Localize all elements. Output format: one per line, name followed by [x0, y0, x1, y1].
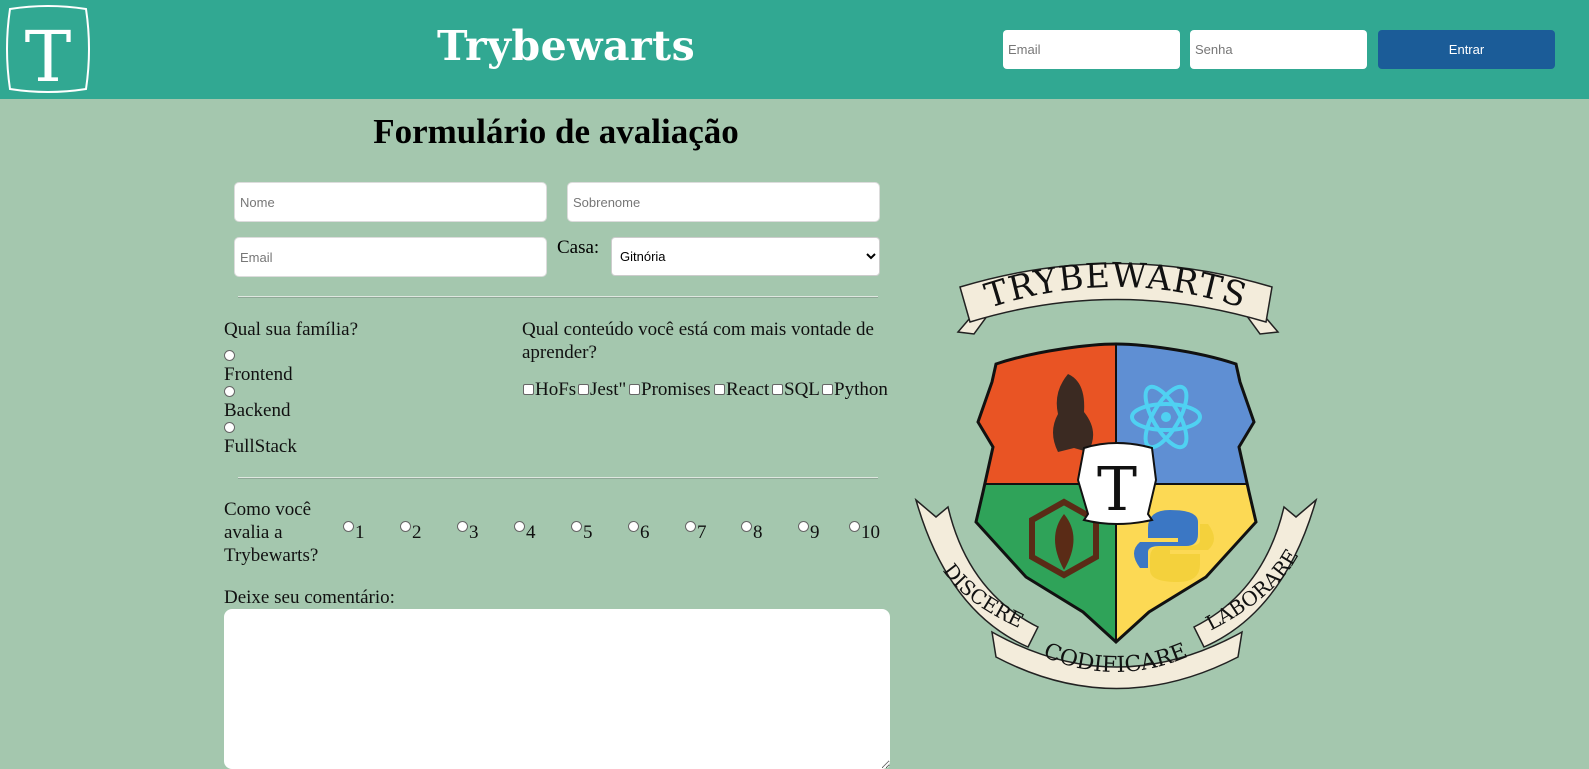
family-question: Qual sua família?: [224, 319, 359, 340]
rating-radio-4[interactable]: [514, 521, 525, 532]
top-header: T Trybewarts Entrar: [0, 0, 1589, 99]
house-select[interactable]: Gitnória: [611, 237, 880, 276]
logo-letter: T: [25, 16, 72, 95]
login-email-input[interactable]: [1003, 30, 1180, 69]
rating-radio-1[interactable]: [343, 521, 354, 532]
content-checkbox-react[interactable]: [714, 384, 725, 395]
rating-radio-6[interactable]: [628, 521, 639, 532]
rating-radio-2[interactable]: [400, 521, 411, 532]
rating-radio-8[interactable]: [741, 521, 752, 532]
family-option-label: Backend: [224, 400, 291, 421]
content-option-label: React: [726, 379, 770, 400]
content-checkbox-jest[interactable]: [578, 384, 589, 395]
brand-title: Trybewarts: [437, 22, 696, 70]
rating-option-label: 6: [640, 522, 650, 543]
rating-option-label: 7: [697, 522, 707, 543]
rating-radio-7[interactable]: [685, 521, 696, 532]
content-option-label: Promises: [641, 379, 711, 400]
divider: [238, 296, 878, 298]
rating-option-label: 3: [469, 522, 479, 543]
form-title: Formulário de avaliação: [373, 112, 739, 151]
family-radio-backend[interactable]: [224, 386, 235, 397]
family-option-label: FullStack: [224, 436, 297, 457]
email-input[interactable]: [234, 237, 547, 277]
comment-label: Deixe seu comentário:: [224, 587, 395, 608]
comment-textarea[interactable]: [224, 609, 890, 769]
family-option-label: Frontend: [224, 364, 293, 385]
rating-option-label: 5: [583, 522, 593, 543]
content-checkbox-sql[interactable]: [772, 384, 783, 395]
rating-option-label: 8: [753, 522, 763, 543]
divider: [238, 477, 878, 479]
rating-option-label: 9: [810, 522, 820, 543]
crest-motto-left: DISCERE: [938, 559, 1027, 633]
rating-option-label: 1: [355, 522, 365, 543]
crest-center-letter: T: [1097, 455, 1137, 525]
content-option-label: Jest": [590, 379, 627, 400]
content-option-label: Python: [834, 379, 888, 400]
name-input[interactable]: [234, 182, 547, 222]
login-password-input[interactable]: [1190, 30, 1367, 69]
content-option-label: HoFs: [535, 379, 577, 400]
content-question: Qual conteúdo você está com mais vontade…: [522, 319, 874, 363]
house-label: Casa:: [557, 237, 600, 258]
content-checkbox-python[interactable]: [822, 384, 833, 395]
rating-radio-3[interactable]: [457, 521, 468, 532]
rating-option-label: 10: [861, 522, 880, 543]
login-button[interactable]: Entrar: [1378, 30, 1555, 69]
family-radio-fullstack[interactable]: [224, 422, 235, 433]
family-radio-frontend[interactable]: [224, 350, 235, 361]
content-checkbox-hofs[interactable]: [523, 384, 534, 395]
rating-option-label: 2: [412, 522, 422, 543]
rating-option-label: 4: [526, 522, 536, 543]
trybewarts-crest-image: TRYBEWARTS T DISCERE CODIFICARE LABORARE: [914, 256, 1318, 690]
rating-radio-10[interactable]: [849, 521, 860, 532]
rating-radio-5[interactable]: [571, 521, 582, 532]
rating-question: Como você avalia a Trybewarts?: [224, 499, 319, 566]
content-option-label: SQL: [784, 379, 820, 400]
content-checkbox-promises[interactable]: [629, 384, 640, 395]
lastname-input[interactable]: [567, 182, 880, 222]
crest-banner-text: TRYBEWARTS: [980, 256, 1252, 317]
rating-radio-9[interactable]: [798, 521, 809, 532]
trybewarts-logo: T: [6, 5, 90, 95]
